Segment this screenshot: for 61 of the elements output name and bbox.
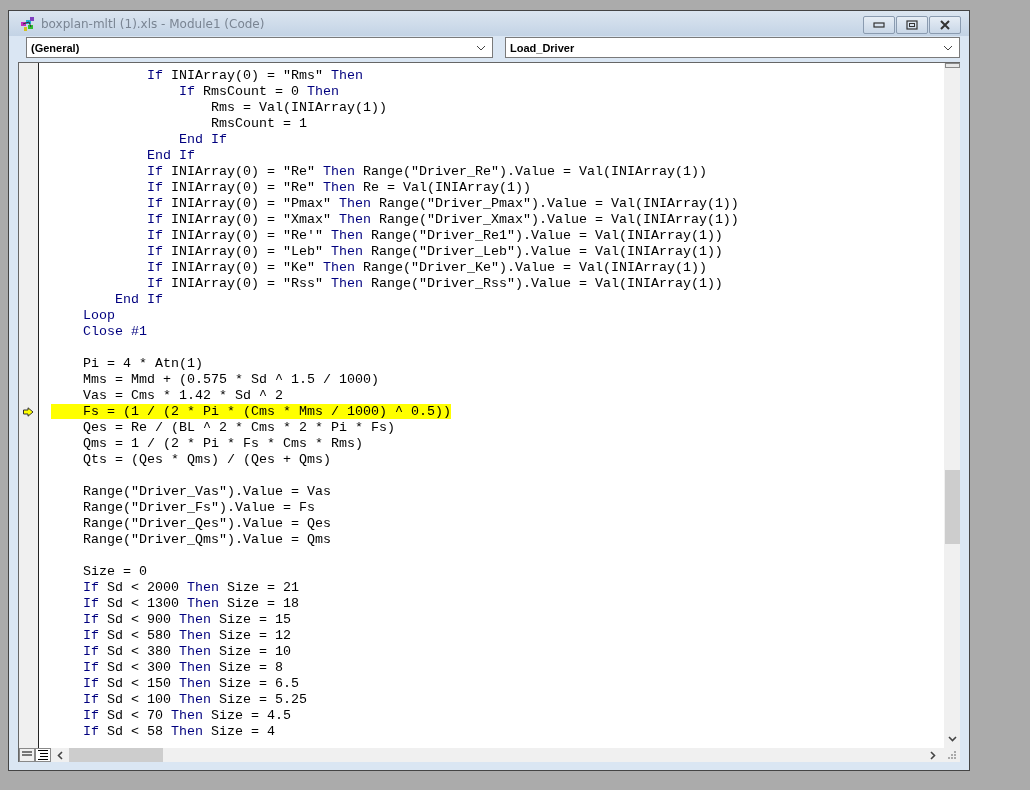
- module-icon: [19, 15, 37, 32]
- code-line: Size = 0: [82, 564, 147, 579]
- code-line: If Sd < 1300 Then Size = 18: [82, 596, 299, 611]
- code-line: If INIArray(0) = "Re" Then Re = Val(INIArray(1)): [145, 180, 531, 195]
- code-line: Rms = Val(INIArray(1)): [209, 100, 387, 115]
- code-line: If Sd < 58 Then Size = 4: [82, 724, 275, 739]
- scrollbar-thumb[interactable]: [944, 470, 960, 544]
- module-view-button[interactable]: [35, 748, 51, 762]
- code-line: If INIArray(0) = "Leb" Then Range("Driver_Leb").Value = Val(INIArray(1)): [145, 244, 723, 259]
- code-line: Range("Driver_Vas").Value = Vas: [82, 484, 331, 499]
- chevron-down-icon: [943, 44, 953, 51]
- close-icon: [939, 20, 951, 30]
- scroll-down-icon[interactable]: [947, 736, 957, 742]
- code-line: If Sd < 2000 Then Size = 21: [82, 580, 299, 595]
- code-line: If INIArray(0) = "Pmax" Then Range("Driver_Pmax").Value = Val(INIArray(1)): [145, 196, 739, 211]
- code-line: If Sd < 150 Then Size = 6.5: [82, 676, 299, 691]
- code-line: If Sd < 300 Then Size = 8: [82, 660, 283, 675]
- chevron-down-icon: [476, 44, 486, 51]
- code-line: Vas = Cms * 1.42 * Sd ^ 2: [82, 388, 283, 403]
- code-line: If Sd < 100 Then Size = 5.25: [82, 692, 307, 707]
- code-line: RmsCount = 1: [209, 116, 307, 131]
- close-button[interactable]: [929, 16, 961, 34]
- code-line: End If: [177, 132, 227, 147]
- window-title: boxplan-mltl (1).xls - Module1 (Code): [41, 16, 265, 31]
- maximize-icon: [906, 20, 918, 30]
- code-line: Range("Driver_Qes").Value = Qes: [82, 516, 331, 531]
- code-line: If Sd < 70 Then Size = 4.5: [82, 708, 291, 723]
- object-dropdown[interactable]: (General): [26, 37, 493, 58]
- code-line: Loop: [82, 308, 115, 323]
- maximize-button[interactable]: [896, 16, 928, 34]
- procedure-dropdown[interactable]: Load_Driver: [505, 37, 960, 58]
- vertical-scrollbar[interactable]: [944, 63, 960, 748]
- scrollbar-thumb[interactable]: [69, 748, 163, 762]
- code-line: If Sd < 900 Then Size = 15: [82, 612, 291, 627]
- code-line: If Sd < 380 Then Size = 10: [82, 644, 291, 659]
- code-line: If INIArray(0) = "Rss" Then Range("Driver_Rss").Value = Val(INIArray(1)): [145, 276, 723, 291]
- code-line: Mms = Mmd + (0.575 * Sd ^ 1.5 / 1000): [82, 372, 379, 387]
- code-line: If INIArray(0) = "Re" Then Range("Driver_Re").Value = Val(INIArray(1)): [145, 164, 707, 179]
- scroll-left-icon[interactable]: [57, 750, 63, 760]
- code-line: If INIArray(0) = "Re'" Then Range("Driver_Re1").Value = Val(INIArray(1)): [145, 228, 723, 243]
- code-line: If INIArray(0) = "Rms" Then: [145, 68, 363, 83]
- procedure-view-button[interactable]: [19, 748, 35, 762]
- code-line: Qes = Re / (BL ^ 2 * Cms * 2 * Pi * Fs): [82, 420, 395, 435]
- code-line: If Sd < 580 Then Size = 12: [82, 628, 291, 643]
- code-line: Qms = 1 / (2 * Pi * Fs * Cms * Rms): [82, 436, 363, 451]
- minimize-button[interactable]: [863, 16, 895, 34]
- code-line: Range("Driver_Fs").Value = Fs: [82, 500, 315, 515]
- splitter-handle[interactable]: [944, 63, 960, 68]
- code-line: If INIArray(0) = "Ke" Then Range("Driver_Ke").Value = Val(INIArray(1)): [145, 260, 707, 275]
- code-line: Range("Driver_Qms").Value = Qms: [82, 532, 331, 547]
- code-line: End If: [114, 292, 163, 307]
- lines-icon: [37, 749, 49, 761]
- code-line: Pi = 4 * Atn(1): [82, 356, 203, 371]
- code-line: If RmsCount = 0 Then: [177, 84, 339, 99]
- minimize-icon: [873, 22, 885, 28]
- resize-grip-icon[interactable]: [948, 751, 956, 759]
- code-line: Close #1: [82, 324, 147, 339]
- code-line: If INIArray(0) = "Xmax" Then Range("Driver_Xmax").Value = Val(INIArray(1)): [145, 212, 739, 227]
- code-line: Qts = (Qes * Qms) / (Qes + Qms): [82, 452, 331, 467]
- code-line: End If: [145, 148, 195, 163]
- scroll-right-icon[interactable]: [930, 750, 936, 760]
